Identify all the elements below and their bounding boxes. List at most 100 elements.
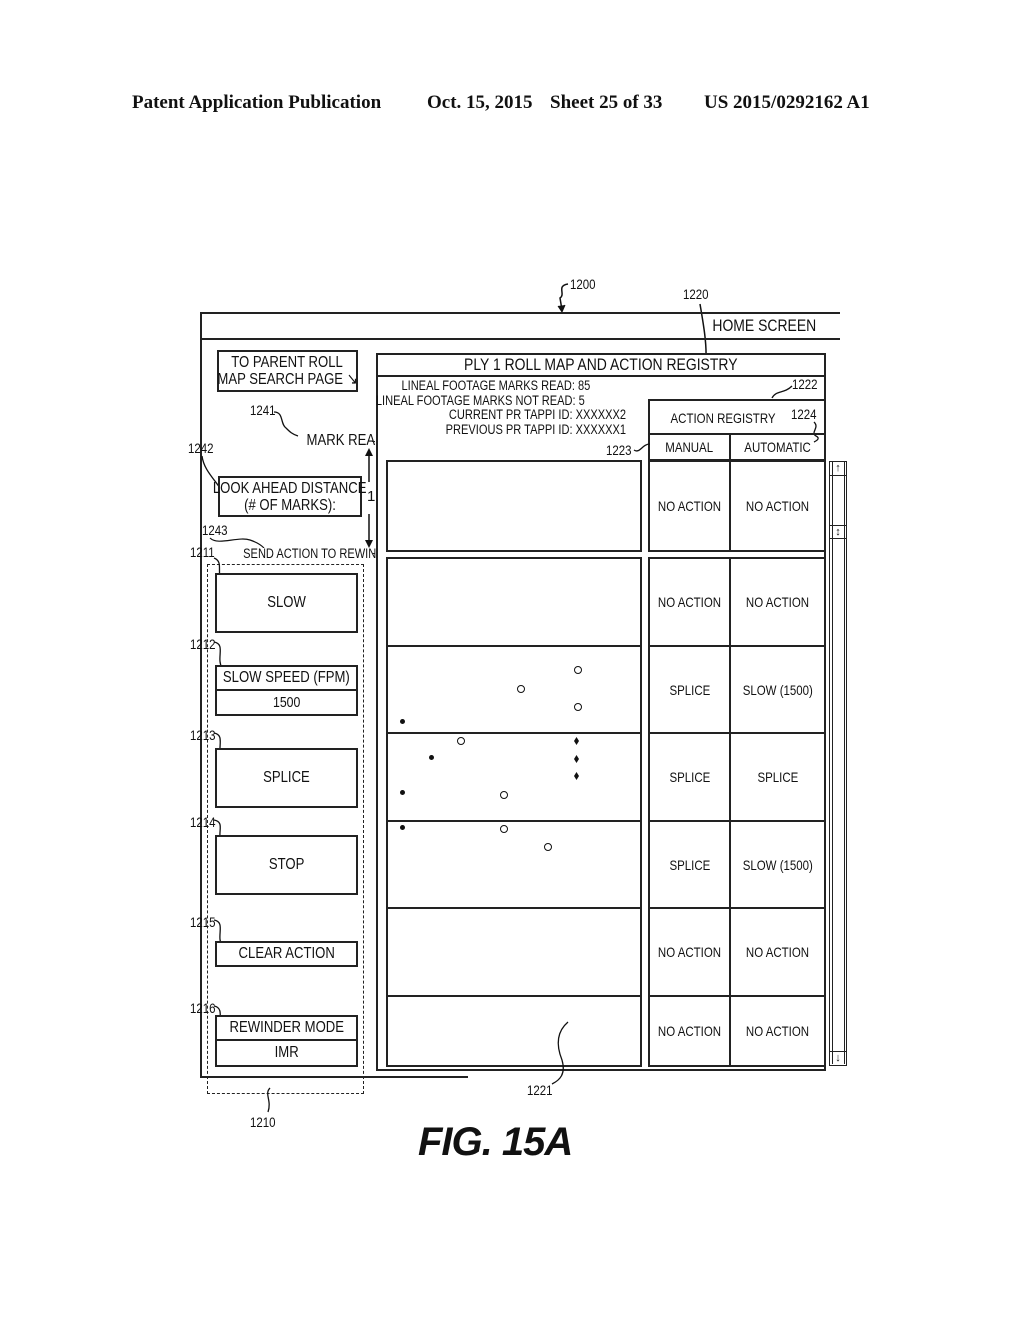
leader-1222-icon <box>771 385 793 399</box>
registry-cell-automatic[interactable]: NO ACTION <box>729 557 826 647</box>
registry-cell-automatic[interactable]: NO ACTION <box>729 460 826 552</box>
registry-automatic-value: SPLICE <box>757 769 798 785</box>
ref-1200: 1200 <box>570 276 596 292</box>
registry-automatic-value: SLOW (1500) <box>742 856 813 873</box>
parent-roll-link-line1: TO PARENT ROLL <box>231 354 344 371</box>
clear-action-button-label: CLEAR ACTION <box>238 945 335 962</box>
registry-manual-value: SPLICE <box>669 856 710 873</box>
column-header-manual: MANUAL <box>648 433 731 461</box>
leader-1221-icon <box>551 1021 569 1085</box>
figure-label: FIG. 15A <box>418 1120 573 1164</box>
marks-not-read-stat: LINEAL FOOTAGE MARKS NOT READ: 5 <box>376 392 585 408</box>
look-ahead-distance-field[interactable]: LOOK AHEAD DISTANCE (# OF MARKS): <box>213 476 367 517</box>
roll-map-cell[interactable] <box>386 645 642 734</box>
parent-roll-search-link[interactable]: TO PARENT ROLL MAP SEARCH PAGE ↘ <box>217 350 358 392</box>
registry-cell-automatic[interactable]: SLOW (1500) <box>729 820 826 909</box>
mark-not-read-ring-icon <box>544 843 552 851</box>
roll-stats: LINEAL FOOTAGE MARKS READ: 85 LINEAL FOO… <box>376 378 640 437</box>
look-ahead-label-line1: LOOK AHEAD DISTANCE <box>213 479 367 497</box>
scroll-thumb[interactable]: ↕ <box>830 525 846 539</box>
roll-map-cell[interactable] <box>386 995 642 1067</box>
mark-not-read-ring-icon <box>517 685 525 693</box>
scroll-down-button[interactable]: ↓ <box>830 1051 846 1065</box>
registry-cell-manual[interactable]: NO ACTION <box>648 995 731 1067</box>
ref-1223: 1223 <box>606 442 632 458</box>
registry-automatic-value: NO ACTION <box>745 498 810 514</box>
current-tappi-id: CURRENT PR TAPPI ID: XXXXXX2 <box>448 407 626 422</box>
rewinder-mode-label-text: REWINDER MODE <box>229 1019 344 1036</box>
arrow-down-icon: ↓ <box>835 1052 841 1064</box>
scroll-up-button[interactable]: ↑ <box>830 462 846 476</box>
registry-cell-manual[interactable]: NO ACTION <box>648 557 731 647</box>
arrow-up-icon: ↑ <box>835 462 841 474</box>
leader-1241-icon <box>273 411 299 437</box>
look-ahead-range-arrows-icon <box>365 448 373 548</box>
publication-label: Patent Application Publication <box>132 92 382 113</box>
column-header-automatic: AUTOMATIC <box>729 433 826 461</box>
mark-not-read-ring-icon <box>500 791 508 799</box>
registry-automatic-value: NO ACTION <box>745 944 810 960</box>
registry-scrollbar[interactable]: ↑ ↕ ↓ <box>829 461 847 1066</box>
roll-map-panel-header: PLY 1 ROLL MAP AND ACTION REGISTRY <box>378 355 824 377</box>
column-header-manual-text: MANUAL <box>665 439 714 455</box>
mark-not-read-ring-icon <box>574 666 582 674</box>
screen-left-border <box>200 312 202 1078</box>
arrows-vertical-icon: ↕ <box>835 526 841 538</box>
slow-speed-value: 1500 <box>272 694 301 711</box>
mark-not-read-ring-icon <box>500 825 508 833</box>
title-bar: HOME SCREEN <box>200 312 840 340</box>
registry-cell-manual[interactable]: SPLICE <box>648 820 731 909</box>
mark-not-read-ring-icon <box>457 737 465 745</box>
roll-map-cell[interactable] <box>386 820 642 909</box>
rewinder-mode-label: REWINDER MODE <box>215 1015 358 1041</box>
registry-automatic-value: NO ACTION <box>745 1023 810 1039</box>
publication-date: Oct. 15, 2015 <box>427 92 533 113</box>
roll-map-cell[interactable] <box>386 460 642 552</box>
mark-read-dot-icon <box>400 825 405 830</box>
leader-1210-icon <box>267 1087 271 1113</box>
column-header-automatic-text: AUTOMATIC <box>744 439 811 455</box>
parent-roll-link-text: MAP SEARCH PAGE <box>217 371 344 388</box>
registry-manual-value: NO ACTION <box>657 1023 722 1039</box>
stop-button[interactable]: STOP <box>215 835 358 895</box>
registry-cell-automatic[interactable]: NO ACTION <box>729 995 826 1067</box>
mark-not-read-ring-icon <box>574 703 582 711</box>
screen-title: HOME SCREEN <box>712 316 817 335</box>
registry-manual-value: NO ACTION <box>657 944 722 960</box>
ref-1210: 1210 <box>250 1114 276 1130</box>
registry-cell-manual[interactable]: SPLICE <box>648 645 731 734</box>
registry-cell-automatic[interactable]: SPLICE <box>729 732 826 822</box>
sheet-number: Sheet 25 of 33 <box>550 92 663 113</box>
slow-speed-label: SLOW SPEED (FPM) <box>215 665 358 691</box>
splice-button-label: SPLICE <box>263 769 310 786</box>
registry-cell-automatic[interactable]: SLOW (1500) <box>729 645 826 734</box>
roll-map-panel-title: PLY 1 ROLL MAP AND ACTION REGISTRY <box>464 355 738 374</box>
registry-cell-manual[interactable]: NO ACTION <box>648 907 731 997</box>
registry-manual-value: SPLICE <box>669 681 710 698</box>
arrow-down-right-icon: ↘ <box>346 371 358 388</box>
mark-read-dot-icon <box>400 790 405 795</box>
registry-cell-manual[interactable]: NO ACTION <box>648 460 731 552</box>
stop-button-label: STOP <box>268 856 305 873</box>
clear-action-button[interactable]: CLEAR ACTION <box>215 941 358 967</box>
rewinder-mode-select[interactable]: IMR <box>215 1039 358 1067</box>
parent-roll-link-line2: MAP SEARCH PAGE ↘ <box>217 371 357 388</box>
registry-manual-value: NO ACTION <box>657 498 722 514</box>
roll-map-cell[interactable] <box>386 557 642 647</box>
slow-button[interactable]: SLOW <box>215 573 358 633</box>
registry-cell-automatic[interactable]: NO ACTION <box>729 907 826 997</box>
marks-read-stat: LINEAL FOOTAGE MARKS READ: 85 <box>401 378 590 393</box>
splice-button[interactable]: SPLICE <box>215 748 358 808</box>
slow-button-label: SLOW <box>267 594 306 611</box>
registry-manual-value: SPLICE <box>669 769 710 785</box>
registry-manual-value: NO ACTION <box>657 594 722 610</box>
slow-speed-input[interactable]: 1500 <box>215 689 358 716</box>
roll-map-cell[interactable] <box>386 907 642 997</box>
patent-number: US 2015/0292162 A1 <box>704 92 870 113</box>
roll-map-cell[interactable] <box>386 732 642 822</box>
previous-tappi-id: PREVIOUS PR TAPPI ID: XXXXXX1 <box>445 421 626 437</box>
registry-cell-manual[interactable]: SPLICE <box>648 732 731 822</box>
mark-read-dot-icon <box>429 755 434 760</box>
leader-1223-icon <box>633 443 651 452</box>
rewinder-mode-value: IMR <box>274 1044 299 1061</box>
